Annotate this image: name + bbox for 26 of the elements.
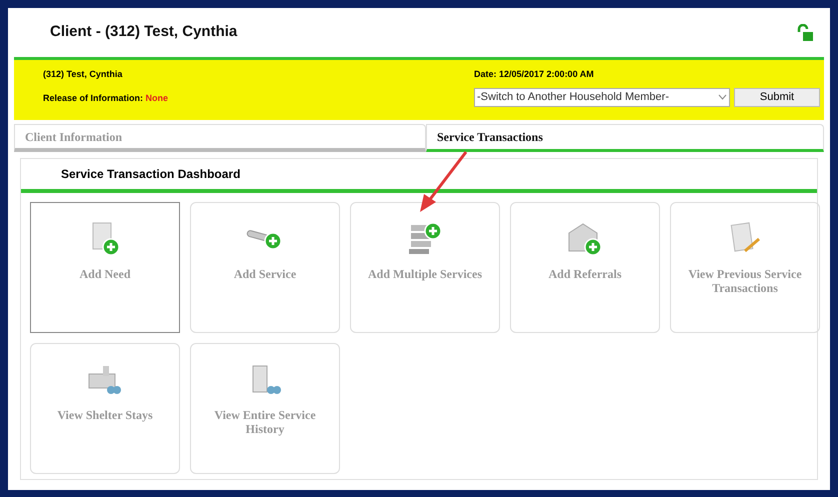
release-info: Release of Information: None	[43, 92, 168, 104]
padlock-icon	[796, 24, 814, 42]
household-select[interactable]: -Switch to Another Household Member-	[474, 88, 730, 106]
dashboard-tile[interactable]: View Shelter Stays	[30, 343, 180, 474]
tile-label: Add Referrals	[548, 267, 622, 281]
dashboard-tile[interactable]: Add Referrals	[510, 202, 660, 333]
tile-label: Add Service	[232, 267, 298, 281]
dashboard-tile[interactable]: Add Multiple Services	[350, 202, 500, 333]
tile-label: View Shelter Stays	[56, 408, 154, 422]
dashboard-tile[interactable]: View Entire Service History	[190, 343, 340, 474]
dashboard-tile[interactable]: Add Need	[30, 202, 180, 333]
date-text: Date: 12/05/2017 2:00:00 AM	[474, 68, 595, 81]
tab[interactable]: Client Information	[14, 124, 426, 152]
client-name: (312) Test, Cynthia	[43, 68, 124, 81]
annotation-arrow	[418, 150, 470, 214]
dashboard-tile[interactable]: Add Service	[190, 202, 340, 333]
tile-label: View Entire Service History	[213, 408, 317, 436]
tile-label: View Previous Service Transactions	[687, 267, 803, 295]
tile-label: Add Multiple Services	[367, 267, 483, 281]
dashboard-title: Service Transaction Dashboard	[61, 166, 240, 183]
dashboard-tile[interactable]: View Previous Service Transactions	[670, 202, 820, 333]
chevron-icon	[718, 94, 727, 100]
submit-button[interactable]: Submit	[734, 88, 820, 106]
window-title: Client - (312) Test, Cynthia	[50, 22, 238, 42]
tab[interactable]: Service Transactions	[426, 124, 824, 152]
tile-label: Add Need	[78, 267, 132, 281]
